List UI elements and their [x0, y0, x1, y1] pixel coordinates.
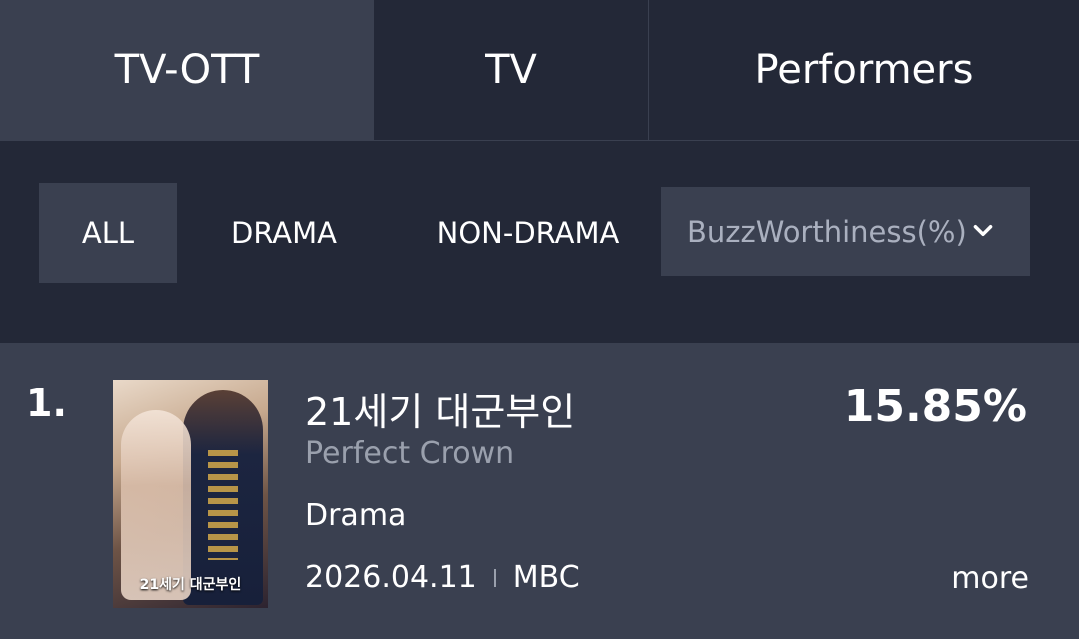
- title-english: Perfect Crown: [305, 436, 515, 471]
- filter-drama[interactable]: DRAMA: [210, 183, 358, 283]
- poster-title: 21세기 대군부인: [139, 577, 242, 593]
- network-name: MBC: [512, 560, 580, 595]
- sort-select[interactable]: BuzzWorthiness(%): [661, 187, 1030, 276]
- ranking-row[interactable]: 1. 21세기 대군부인 21세기 대군부인 Perfect Crown Dra…: [0, 343, 1079, 639]
- filter-non-drama[interactable]: NON-DRAMA: [420, 183, 636, 283]
- genre-label: Drama: [305, 498, 407, 533]
- tab-tv-ott[interactable]: TV-OTT: [0, 0, 374, 140]
- meta-divider: [493, 568, 496, 587]
- chevron-down-icon: [973, 225, 993, 237]
- filter-bar: ALL DRAMA NON-DRAMA BuzzWorthiness(%): [0, 141, 1079, 343]
- broadcast-meta: 2026.04.11 MBC: [305, 560, 580, 595]
- air-date: 2026.04.11: [305, 560, 477, 595]
- buzz-score: 15.85%: [843, 381, 1027, 432]
- tab-performers[interactable]: Performers: [649, 0, 1079, 140]
- filter-all[interactable]: ALL: [39, 183, 177, 283]
- rank-number: 1.: [26, 381, 67, 425]
- title-korean[interactable]: 21세기 대군부인: [305, 381, 575, 436]
- tab-tv[interactable]: TV: [374, 0, 649, 140]
- more-link[interactable]: more: [951, 561, 1029, 596]
- poster-image[interactable]: 21세기 대군부인: [113, 380, 268, 608]
- sort-select-value: BuzzWorthiness(%): [687, 214, 967, 249]
- category-tabs: TV-OTT TV Performers: [0, 0, 1079, 141]
